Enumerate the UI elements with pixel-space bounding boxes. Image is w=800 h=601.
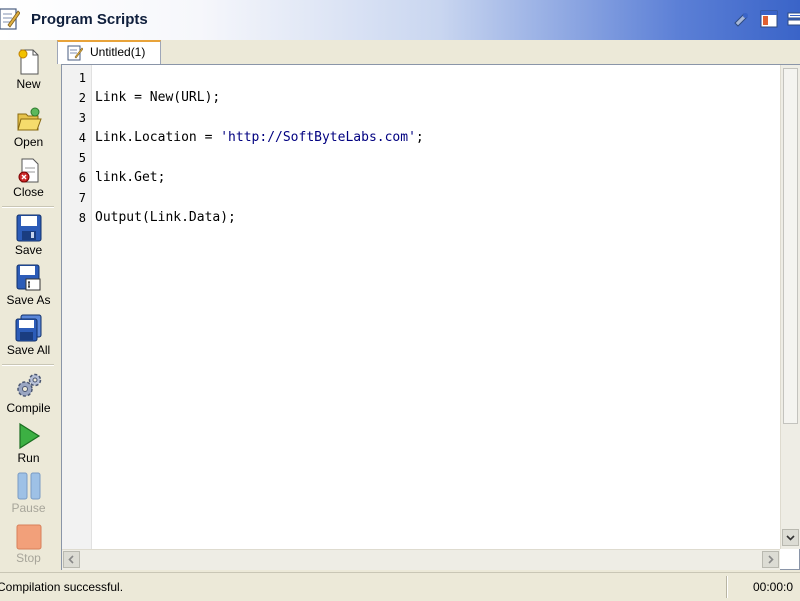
play-icon	[18, 422, 40, 450]
code-text: ;	[415, 130, 424, 145]
close-button[interactable]: Close	[0, 158, 57, 199]
status-time: 00:00:0	[753, 580, 794, 594]
scroll-down-button[interactable]	[782, 529, 799, 546]
window-title: Program Scripts	[31, 11, 148, 28]
scrollbar-thumb[interactable]	[783, 68, 798, 424]
vertical-scrollbar[interactable]	[780, 65, 800, 549]
stop-icon	[16, 524, 41, 550]
close-label: Close	[13, 185, 44, 199]
code-line: Link.Location = 'http://SoftByteLabs.com…	[95, 130, 424, 145]
chevron-left-icon	[68, 555, 74, 564]
pause-icon	[17, 472, 40, 500]
save-as-button[interactable]: Save As	[0, 264, 57, 307]
script-edit-icon	[0, 8, 20, 30]
save-all-label: Save All	[6, 343, 51, 357]
stop-label: Stop	[16, 551, 41, 565]
code-line: Output(Link.Data);	[95, 210, 236, 225]
line-number-gutter: 1 2 3 4 5 6 7 8	[62, 65, 92, 549]
scroll-left-button[interactable]	[63, 551, 80, 568]
toolbar-separator	[2, 364, 54, 366]
toolbar-separator	[2, 206, 54, 208]
line-number: 2	[78, 91, 86, 105]
gears-icon	[16, 373, 41, 397]
save-label: Save	[14, 243, 43, 257]
tab-strip: Untitled(1)	[57, 40, 800, 64]
new-file-icon	[18, 49, 38, 75]
string-literal: 'http://SoftByteLabs.com'	[220, 130, 416, 145]
status-message: Compilation successful.	[0, 580, 124, 594]
run-label: Run	[17, 451, 40, 465]
save-button[interactable]: Save	[0, 214, 57, 257]
pin-icon[interactable]	[732, 10, 750, 28]
new-button[interactable]: New	[0, 48, 57, 91]
code-line: Link = New(URL);	[95, 90, 221, 105]
horizontal-scrollbar[interactable]	[62, 549, 780, 570]
line-number: 7	[78, 191, 86, 205]
status-bar: Compilation successful. 00:00:0	[0, 572, 800, 601]
window-layout-icon[interactable]	[760, 10, 778, 28]
stop-button[interactable]: Stop	[0, 524, 57, 565]
chevron-right-icon	[768, 555, 774, 564]
compile-label: Compile	[6, 401, 51, 415]
floppy-disk-icon	[16, 214, 41, 242]
line-number: 3	[78, 111, 86, 125]
status-divider	[726, 576, 728, 598]
scroll-right-button[interactable]	[762, 551, 779, 568]
line-number: 6	[78, 171, 86, 185]
save-all-icon	[15, 314, 41, 342]
tab-untitled-1[interactable]: Untitled(1)	[57, 40, 161, 64]
pause-button[interactable]: Pause	[0, 472, 57, 515]
save-as-label: Save As	[6, 293, 51, 307]
pause-label: Pause	[11, 501, 46, 515]
run-button[interactable]: Run	[0, 422, 57, 465]
code-text: Link.Location =	[95, 130, 221, 145]
line-number: 1	[78, 71, 86, 85]
line-number: 4	[78, 131, 86, 145]
tab-label: Untitled(1)	[90, 45, 146, 59]
compile-button[interactable]: Compile	[0, 372, 57, 415]
line-number: 8	[78, 211, 86, 225]
open-button[interactable]: Open	[0, 106, 57, 149]
chevron-down-icon	[786, 535, 795, 541]
line-number: 5	[78, 151, 86, 165]
title-bar: Program Scripts	[0, 0, 800, 40]
save-all-button[interactable]: Save All	[0, 314, 57, 357]
document-edit-icon	[67, 45, 83, 61]
left-toolbar: New Open Close Save Save As Save All Com…	[0, 40, 57, 572]
new-label: New	[16, 77, 41, 91]
close-file-icon	[18, 158, 38, 183]
open-folder-icon	[16, 107, 42, 131]
save-as-icon	[16, 264, 40, 291]
code-line: link.Get;	[95, 170, 166, 185]
code-editor[interactable]: 1 2 3 4 5 6 7 8 Link = New(URL); Link.Lo…	[61, 64, 800, 570]
open-label: Open	[13, 135, 44, 149]
connection-icon[interactable]	[786, 10, 800, 28]
